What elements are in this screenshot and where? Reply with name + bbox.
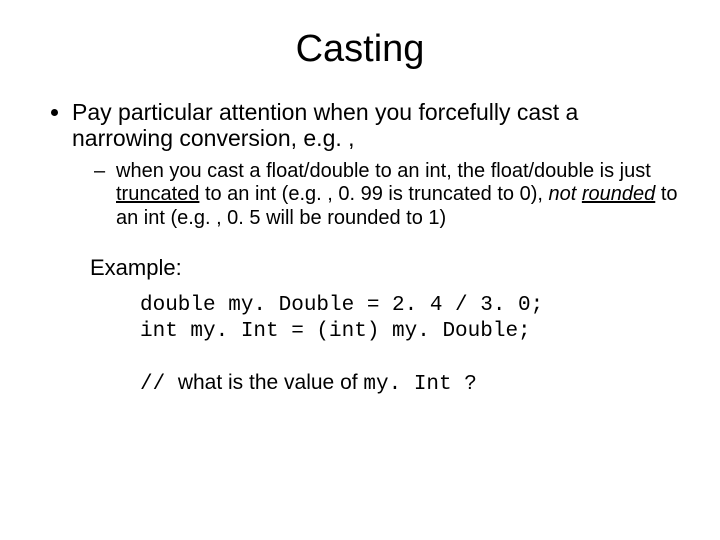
sub-list: when you cast a float/double to an int, …: [72, 160, 680, 231]
code-line: double my. Double = 2. 4 / 3. 0;: [140, 294, 543, 317]
bullet-item: Pay particular attention when you forcef…: [72, 99, 680, 231]
sub-text: g. , 0. 5 will be rounded to 1): [194, 207, 446, 229]
slide: Casting Pay particular attention when yo…: [0, 0, 720, 540]
example-label: Example:: [90, 255, 680, 281]
bullet-text: g. ,: [323, 125, 355, 151]
code-block: double my. Double = 2. 4 / 3. 0; int my.…: [140, 293, 680, 346]
question-text: what is the value of: [178, 371, 364, 394]
not-word: not: [548, 183, 576, 205]
question-code: my. Int: [363, 373, 464, 396]
rounded-word: rounded: [582, 183, 655, 205]
slide-title: Casting: [40, 28, 680, 71]
sub-text: g. , 0. 99 is truncated to 0),: [305, 183, 548, 205]
sub-text: to an int (e.: [199, 183, 305, 205]
code-line: int my. Int = (int) my. Double;: [140, 320, 531, 343]
question-line: // what is the value of my. Int ?: [140, 371, 680, 396]
bullet-list: Pay particular attention when you forcef…: [40, 99, 680, 231]
sub-bullet-item: when you cast a float/double to an int, …: [100, 160, 680, 231]
comment-prefix: //: [140, 373, 178, 396]
truncated-word: truncated: [116, 183, 199, 205]
question-mark: ?: [464, 373, 477, 396]
sub-text: when you cast a float/double to an int, …: [116, 160, 651, 182]
